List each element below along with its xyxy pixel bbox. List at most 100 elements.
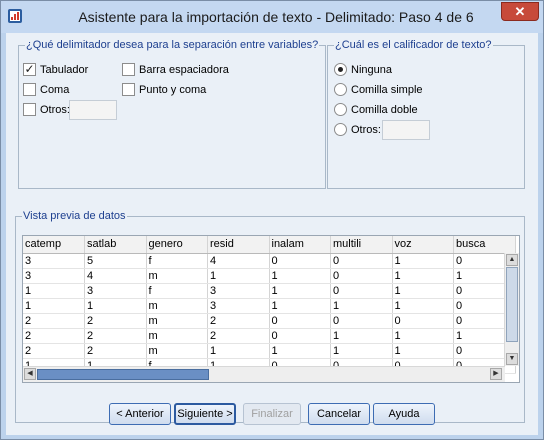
column-header: catemp (23, 236, 85, 254)
delimiter-other-input[interactable] (69, 100, 117, 120)
table-cell: 1 (269, 283, 331, 299)
horizontal-scroll-thumb[interactable] (37, 369, 209, 380)
window-title: Asistente para la importación de texto -… (78, 9, 474, 25)
table-cell: 3 (84, 283, 147, 299)
delimiter-space-checkbox[interactable]: Barra espaciadora (122, 62, 229, 79)
table-cell: m (146, 328, 208, 344)
table-cell: 1 (392, 253, 454, 269)
delimiter-other-checkbox[interactable]: Otros: (23, 102, 70, 119)
table-cell: 1 (330, 328, 393, 344)
qualifier-single-quote-label: Comilla simple (351, 84, 423, 96)
column-header: voz (392, 236, 454, 254)
preview-group-legend: Vista previa de datos (23, 210, 126, 222)
radio-selected-icon (334, 62, 347, 76)
table-cell: 1 (392, 343, 454, 359)
table-cell: 1 (207, 343, 270, 359)
qualifier-none-label: Ninguna (351, 64, 392, 76)
table-cell: 1 (392, 283, 454, 299)
vertical-scroll-thumb[interactable] (506, 267, 518, 342)
table-cell: 1 (392, 268, 454, 284)
preview-header-row: catemp satlab genero resid inalam multil… (23, 236, 516, 254)
help-button[interactable]: Ayuda (373, 403, 435, 425)
column-header: multili (330, 236, 393, 254)
table-cell: 1 (330, 298, 393, 314)
scroll-up-arrow-icon[interactable]: ▲ (506, 254, 518, 266)
scroll-right-arrow-icon[interactable]: ▶ (490, 368, 502, 380)
table-row: 13f31010 (23, 283, 516, 299)
checkbox-icon (23, 102, 36, 116)
table-cell: 2 (23, 328, 85, 344)
table-cell: 1 (269, 298, 331, 314)
qualifier-single-quote-radio[interactable]: Comilla simple (334, 82, 423, 99)
wizard-body: ¿Qué delimitador desea para la separació… (6, 33, 538, 435)
qualifier-none-radio[interactable]: Ninguna (334, 62, 392, 79)
table-cell: 5 (84, 253, 147, 269)
table-row: 11m31110 (23, 298, 516, 314)
checkbox-checked-icon: ✓ (23, 61, 36, 76)
scroll-left-arrow-icon[interactable]: ◀ (24, 368, 36, 380)
radio-icon (334, 122, 347, 136)
table-cell: 2 (23, 343, 85, 359)
table-cell: m (146, 343, 208, 359)
table-cell: 1 (392, 298, 454, 314)
table-cell: 3 (207, 298, 270, 314)
table-cell: 1 (330, 343, 393, 359)
qualifier-double-quote-radio[interactable]: Comilla doble (334, 102, 418, 119)
radio-icon (334, 82, 347, 96)
delimiter-tab-checkbox[interactable]: ✓ Tabulador (23, 61, 89, 79)
qualifier-other-input[interactable] (382, 120, 430, 140)
table-cell: f (146, 283, 208, 299)
table-row: 22m20111 (23, 328, 516, 344)
table-cell: 2 (23, 313, 85, 329)
scroll-down-arrow-icon[interactable]: ▼ (506, 353, 518, 365)
table-cell: 1 (23, 298, 85, 314)
table-cell: m (146, 313, 208, 329)
qualifier-other-radio[interactable]: Otros: (334, 122, 381, 139)
table-cell: 0 (269, 313, 331, 329)
delimiter-group-legend: ¿Qué delimitador desea para la separació… (26, 39, 319, 51)
delimiter-comma-checkbox[interactable]: Coma (23, 82, 69, 99)
column-header: inalam (269, 236, 331, 254)
vertical-scrollbar[interactable]: ▲ ▼ (504, 253, 519, 366)
table-cell: 3 (23, 268, 85, 284)
table-row: 22m11110 (23, 343, 516, 359)
table-cell: 0 (392, 313, 454, 329)
table-cell: 1 (269, 343, 331, 359)
checkbox-icon (122, 82, 135, 96)
qualifier-group-legend: ¿Cuál es el calificador de texto? (335, 39, 492, 51)
back-button[interactable]: < Anterior (109, 403, 171, 425)
preview-table: catemp satlab genero resid inalam multil… (23, 236, 516, 374)
table-cell: 3 (23, 253, 85, 269)
delimiter-space-label: Barra espaciadora (139, 64, 229, 76)
close-button[interactable]: ✕ (501, 2, 539, 21)
table-cell: 0 (330, 268, 393, 284)
qualifier-double-quote-label: Comilla doble (351, 104, 418, 116)
checkbox-icon (122, 62, 135, 76)
table-cell: 0 (330, 283, 393, 299)
qualifier-other-label: Otros: (351, 124, 381, 136)
delimiter-semicolon-label: Punto y coma (139, 84, 207, 96)
table-row: 22m20000 (23, 313, 516, 329)
next-button[interactable]: Siguiente > (174, 403, 236, 425)
column-header: satlab (84, 236, 147, 254)
finish-button[interactable]: Finalizar (243, 403, 301, 425)
delimiter-semicolon-checkbox[interactable]: Punto y coma (122, 82, 207, 99)
table-cell: 0 (330, 313, 393, 329)
preview-grid[interactable]: catemp satlab genero resid inalam multil… (22, 235, 520, 383)
table-cell: f (146, 253, 208, 269)
table-cell: 1 (84, 298, 147, 314)
table-cell: 2 (84, 328, 147, 344)
horizontal-scrollbar[interactable]: ◀ ▶ (23, 366, 505, 382)
table-row: 34m11011 (23, 268, 516, 284)
title-bar: Asistente para la importación de texto -… (1, 1, 543, 33)
table-cell: 2 (207, 328, 270, 344)
table-row: 35f40010 (23, 253, 516, 269)
cancel-button[interactable]: Cancelar (308, 403, 370, 425)
table-cell: 1 (23, 283, 85, 299)
delimiter-tab-label: Tabulador (40, 64, 89, 76)
table-cell: 0 (269, 328, 331, 344)
table-cell: m (146, 298, 208, 314)
column-header: resid (207, 236, 270, 254)
table-cell: 4 (84, 268, 147, 284)
table-cell: m (146, 268, 208, 284)
